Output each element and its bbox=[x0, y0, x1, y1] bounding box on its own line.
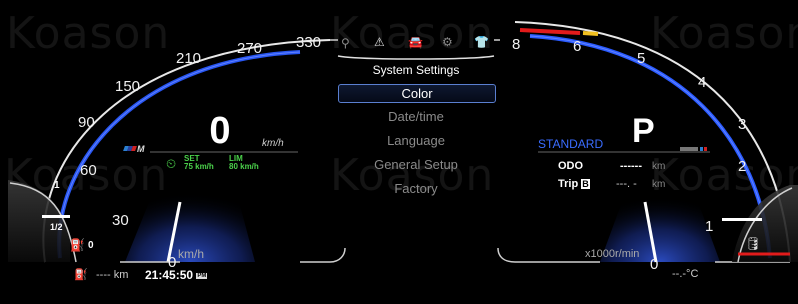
tacho-tick-label: 3 bbox=[738, 116, 747, 133]
tacho-tick-label: 6 bbox=[573, 38, 582, 55]
menu-item-language[interactable]: Language bbox=[338, 132, 494, 149]
speedo-tick-label: 270 bbox=[237, 40, 263, 57]
car-icon[interactable]: 🚘 bbox=[408, 35, 423, 49]
tacho-tick-label: 2 bbox=[738, 158, 747, 175]
speed-limit-value: 80 km/h bbox=[229, 162, 259, 171]
speedo-tick-label: 210 bbox=[176, 50, 202, 67]
m-badge-icon: M bbox=[123, 144, 150, 154]
clock: 21:45:50 PM bbox=[145, 268, 208, 282]
odo-unit: km bbox=[652, 161, 666, 172]
cruise-set: SET 75 km/h bbox=[184, 155, 214, 171]
menu-item-date-time[interactable]: Date/time bbox=[338, 108, 494, 125]
trip-id: B bbox=[581, 179, 590, 189]
tacho-tick-label: 4 bbox=[698, 74, 707, 91]
speedo-tick-label: 150 bbox=[115, 78, 141, 95]
gear-icon[interactable]: ⚙ bbox=[442, 35, 453, 49]
speedo-tick-label: 330 bbox=[296, 34, 322, 51]
shirt-icon[interactable]: 👕 bbox=[474, 35, 489, 49]
cruise-set-value: 75 km/h bbox=[184, 162, 214, 171]
fuel-full-label: 1 bbox=[54, 180, 60, 191]
range-value: ---- bbox=[96, 269, 111, 281]
drive-mode: STANDARD bbox=[538, 137, 604, 151]
odo-value: ------ bbox=[620, 160, 642, 172]
clock-ampm: PM bbox=[196, 272, 208, 279]
speedo-tick-label: 60 bbox=[80, 162, 97, 179]
temperature-value: --.-°C bbox=[672, 268, 699, 280]
fuel-empty-label: 0 bbox=[88, 240, 94, 251]
speed-limit: LIM 80 km/h bbox=[229, 155, 259, 171]
trip-unit: km bbox=[652, 179, 666, 190]
oil-level-bar bbox=[722, 218, 762, 221]
cruise-control-icon: ⏲ bbox=[166, 156, 177, 171]
oil-temp-icon: 🛢 bbox=[745, 236, 762, 251]
range-readout: ---- km bbox=[96, 269, 128, 281]
tacho-unit: x1000r/min bbox=[585, 248, 640, 260]
range-fuel-icon: ⛽ bbox=[74, 269, 88, 281]
clock-time: 21:45:50 bbox=[145, 268, 194, 282]
gear-indicator: P bbox=[632, 112, 655, 150]
menu-item-general-setup[interactable]: General Setup bbox=[338, 156, 494, 173]
warning-icon[interactable]: ⚠ bbox=[374, 35, 385, 49]
odo-label: ODO bbox=[558, 160, 584, 172]
trip-label-text: Trip bbox=[558, 178, 579, 190]
tacho-tick-label: 0 bbox=[650, 256, 659, 273]
speedo-tick-label: 30 bbox=[112, 212, 129, 229]
menu-icon-bar: ⚲ ⚠ 🚘 ⚙ 👕 bbox=[338, 34, 494, 54]
speed-value: 0 bbox=[209, 110, 231, 152]
speedo-tick-label: 90 bbox=[78, 114, 95, 131]
tacho-redline bbox=[519, 28, 581, 35]
speed-unit: km/h bbox=[262, 138, 284, 149]
m-stripe-icon bbox=[680, 147, 710, 151]
menu-title: System Settings bbox=[372, 63, 460, 77]
menu-item-color[interactable]: Color bbox=[338, 84, 496, 103]
tacho-tick-label: 1 bbox=[705, 218, 714, 235]
range-unit: km bbox=[113, 269, 129, 281]
location-icon[interactable]: ⚲ bbox=[341, 36, 350, 50]
trip-value: ---. - bbox=[616, 178, 637, 190]
tacho-tick-label: 8 bbox=[512, 36, 521, 53]
oil-gauge-bg bbox=[732, 185, 798, 262]
tacho-tick-label: 5 bbox=[637, 50, 646, 67]
fuel-half-label: 1/2 bbox=[50, 222, 63, 232]
instrument-cluster: Koason Koason Koason Koason Koason Koaso… bbox=[0, 0, 798, 304]
speedo-bottom-unit: km/h bbox=[178, 247, 205, 261]
fuel-level-bar bbox=[42, 215, 70, 218]
menu-item-factory[interactable]: Factory bbox=[338, 180, 494, 197]
trip-label: Trip B bbox=[558, 178, 590, 190]
fuel-pump-icon: ⛽ bbox=[70, 238, 85, 252]
